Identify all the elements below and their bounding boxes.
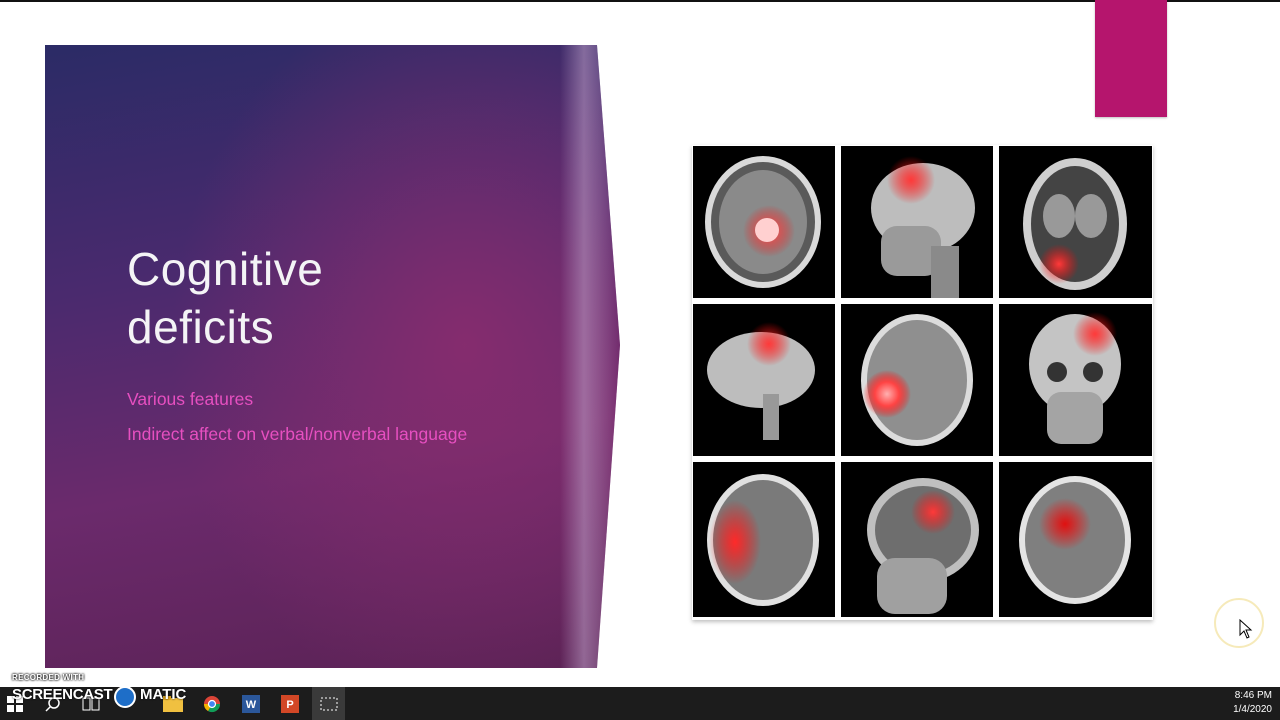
brain-scan-image: [692, 145, 1153, 620]
ct-axial-large-hemorrhage-scan: [693, 462, 835, 617]
top-border: [0, 0, 1280, 2]
taskbar: [0, 687, 1280, 720]
watermark-matic: MATIC: [140, 686, 187, 703]
clock-date: 1/4/2020: [1233, 704, 1272, 715]
chrome-icon[interactable]: [195, 687, 229, 720]
accent-rectangle: [1095, 0, 1167, 117]
mri-sagittal-brain-scan: [693, 304, 835, 456]
mri-sagittal-head-scan: [841, 462, 993, 617]
watermark-recorded-with: RECORDED WITH: [12, 673, 85, 682]
word-icon[interactable]: W: [234, 687, 268, 720]
svg-text:W: W: [246, 699, 257, 711]
snipping-tool-icon[interactable]: [312, 687, 345, 720]
bullet-item: Various features: [127, 389, 254, 409]
ct-axial-hemorrhage-scan: [693, 146, 835, 298]
screencast-logo-icon: [114, 686, 136, 708]
mri-axial-tumor-scan: [841, 304, 993, 456]
slide-title-line1: Cognitive: [127, 243, 324, 295]
watermark-screencast: SCREENCAST: [12, 686, 113, 703]
clock-time: 8:46 PM: [1234, 690, 1272, 701]
mouse-pointer-icon: [1239, 619, 1253, 639]
bullet-item: Indirect affect on verbal/nonverbal lang…: [127, 424, 468, 444]
ct-axial-cerebellum-scan: [999, 146, 1152, 298]
slide-title: Cognitive deficits: [127, 240, 547, 356]
ct-axial-bleed-scan: [999, 462, 1152, 617]
slide-title-line2: deficits: [127, 301, 275, 353]
xray-skull-frontal-scan: [999, 304, 1152, 456]
taskbar-clock[interactable]: 8:46 PM 1/4/2020: [1233, 689, 1272, 717]
powerpoint-icon[interactable]: P: [273, 687, 307, 720]
title-panel: [45, 45, 620, 668]
svg-text:P: P: [286, 699, 293, 711]
panel-curved-edge: [560, 45, 620, 668]
xray-skull-lateral-scan: [841, 146, 993, 298]
